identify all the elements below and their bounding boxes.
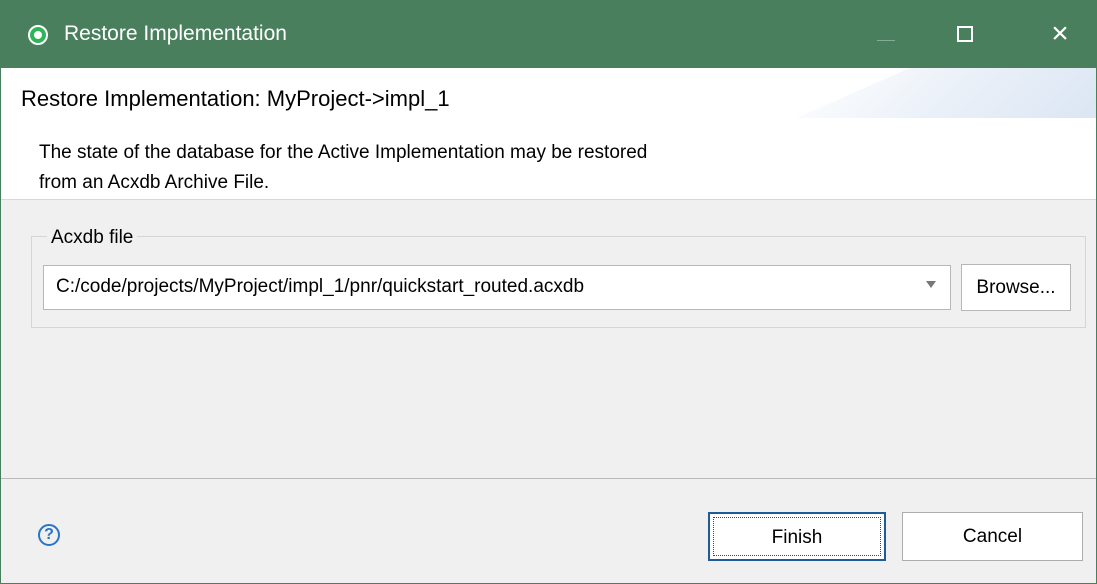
cancel-button[interactable]: Cancel [902, 512, 1083, 561]
acxdb-file-label: Acxdb file [47, 227, 138, 249]
maximize-icon[interactable] [957, 26, 973, 42]
footer-separator [1, 478, 1096, 479]
finish-button[interactable]: Finish [708, 512, 886, 561]
app-icon [28, 25, 48, 45]
dialog-header: Restore Implementation: MyProject->impl_… [1, 68, 1096, 200]
title-bar[interactable]: Restore Implementation × [1, 0, 1097, 68]
header-decoration [796, 68, 1096, 118]
close-icon[interactable]: × [1046, 19, 1074, 49]
acxdb-file-value: C:/code/projects/MyProject/impl_1/pnr/qu… [56, 276, 585, 297]
dialog-title: Restore Implementation: MyProject->impl_… [21, 86, 450, 111]
chevron-down-icon[interactable] [926, 281, 936, 288]
window-title: Restore Implementation [64, 22, 287, 45]
minimize-icon[interactable] [877, 40, 895, 41]
restore-implementation-dialog: Restore Implementation × Restore Impleme… [0, 0, 1097, 584]
dialog-description: The state of the database for the Active… [39, 142, 648, 193]
acxdb-file-combobox[interactable]: C:/code/projects/MyProject/impl_1/pnr/qu… [43, 265, 951, 310]
help-icon[interactable]: ? [38, 524, 60, 546]
browse-button[interactable]: Browse... [961, 264, 1071, 311]
